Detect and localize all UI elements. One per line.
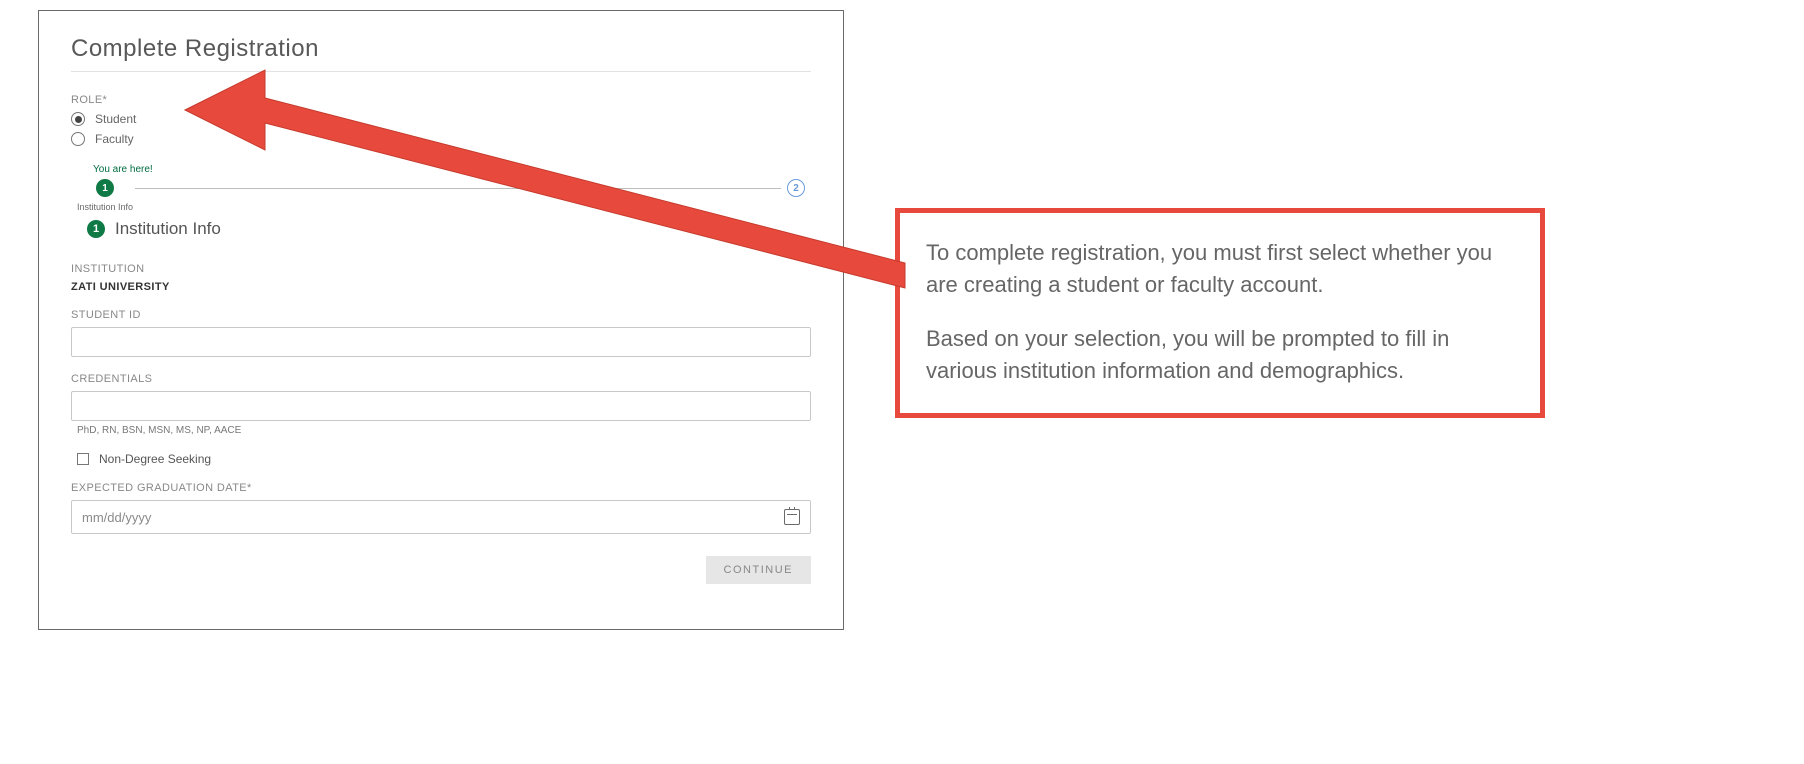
institution-label: INSTITUTION	[71, 263, 811, 275]
continue-row: CONTINUE	[71, 556, 811, 584]
step-1-circle: 1	[96, 179, 114, 197]
role-student-label: Student	[95, 112, 136, 126]
student-id-label: STUDENT ID	[71, 309, 811, 321]
you-are-here-label: You are here!	[93, 164, 811, 175]
radio-icon	[71, 132, 85, 146]
calendar-icon	[784, 509, 800, 525]
non-degree-field: Non-Degree Seeking	[71, 452, 811, 466]
step-1-caption: Institution Info	[77, 202, 133, 212]
stepper: You are here! 1 Institution Info 2	[75, 164, 811, 197]
institution-field: INSTITUTION ZATI UNIVERSITY	[71, 263, 811, 293]
role-block: ROLE* Student Faculty	[71, 94, 811, 146]
student-id-field: STUDENT ID	[71, 309, 811, 357]
section-title: Institution Info	[115, 219, 221, 239]
credentials-input[interactable]	[71, 391, 811, 421]
non-degree-checkbox[interactable]: Non-Degree Seeking	[77, 452, 811, 466]
section-heading: 1 Institution Info	[87, 219, 811, 239]
page-title: Complete Registration	[71, 35, 811, 72]
credentials-helper: PhD, RN, BSN, MSN, MS, NP, AACE	[77, 425, 811, 436]
non-degree-label: Non-Degree Seeking	[99, 452, 211, 466]
student-id-input[interactable]	[71, 327, 811, 357]
institution-value: ZATI UNIVERSITY	[71, 281, 811, 293]
role-faculty-label: Faculty	[95, 132, 134, 146]
grad-date-input[interactable]: mm/dd/yyyy	[71, 500, 811, 534]
step-line	[135, 188, 781, 189]
continue-button[interactable]: CONTINUE	[706, 556, 811, 584]
credentials-label: CREDENTIALS	[71, 373, 811, 385]
step-2-circle: 2	[787, 179, 805, 197]
role-option-student[interactable]: Student	[71, 112, 811, 126]
callout-paragraph-1: To complete registration, you must first…	[926, 237, 1514, 301]
role-label: ROLE*	[71, 94, 811, 106]
callout-paragraph-2: Based on your selection, you will be pro…	[926, 323, 1514, 387]
section-number-circle: 1	[87, 220, 105, 238]
grad-date-field: EXPECTED GRADUATION DATE* mm/dd/yyyy	[71, 482, 811, 534]
grad-date-label: EXPECTED GRADUATION DATE*	[71, 482, 811, 494]
registration-form-card: Complete Registration ROLE* Student Facu…	[38, 10, 844, 630]
help-callout: To complete registration, you must first…	[895, 208, 1545, 418]
credentials-field: CREDENTIALS PhD, RN, BSN, MSN, MS, NP, A…	[71, 373, 811, 436]
role-option-faculty[interactable]: Faculty	[71, 132, 811, 146]
radio-icon	[71, 112, 85, 126]
grad-date-placeholder: mm/dd/yyyy	[82, 510, 151, 525]
checkbox-icon	[77, 453, 89, 465]
